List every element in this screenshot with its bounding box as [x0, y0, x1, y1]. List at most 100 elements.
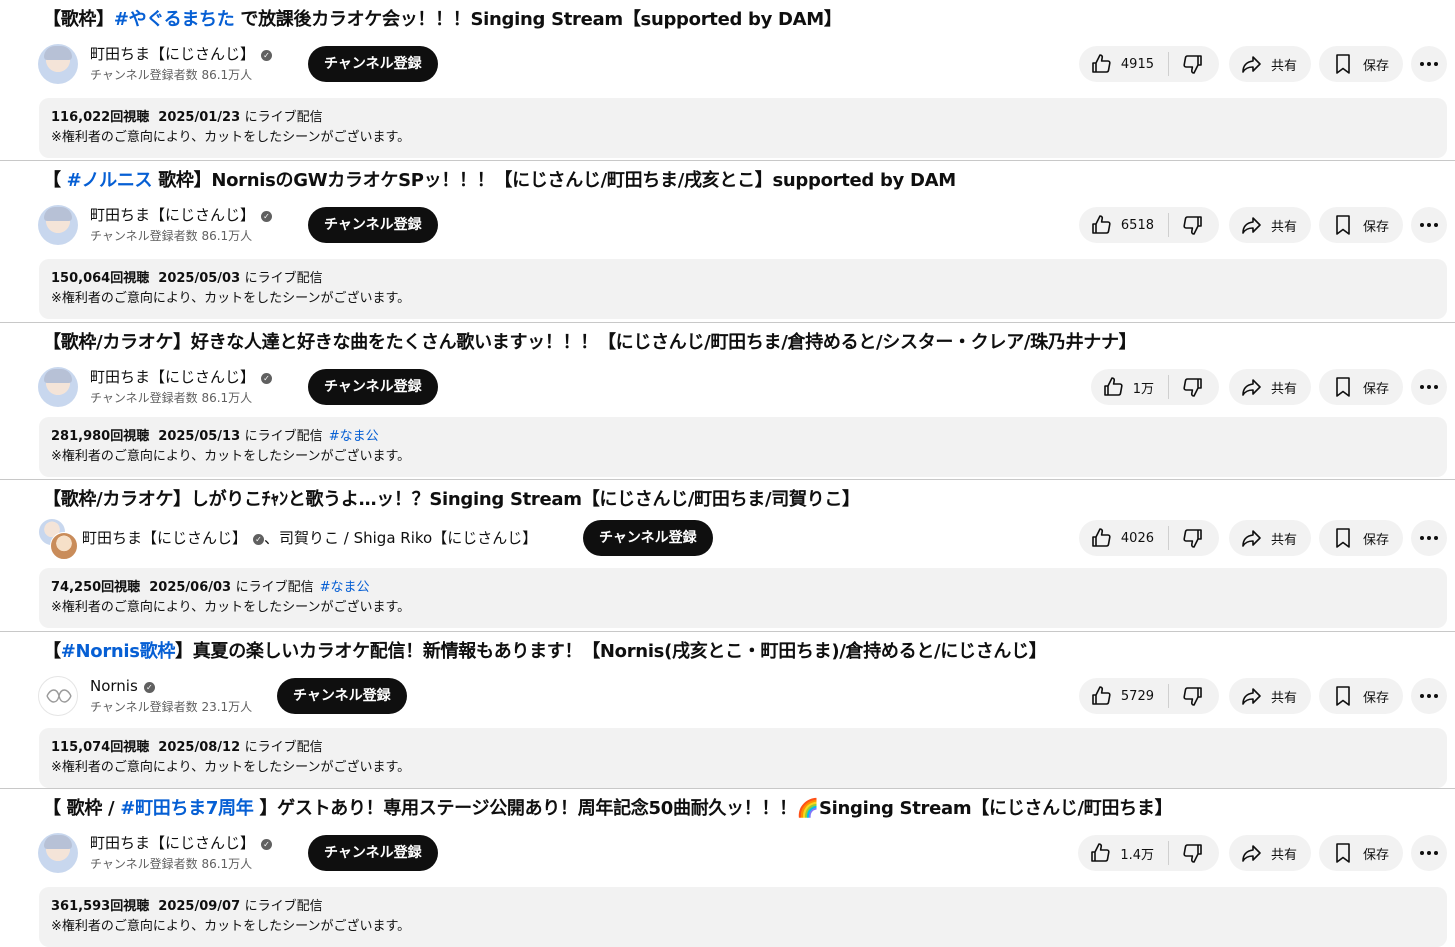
bookmark-icon	[1336, 843, 1350, 863]
description-box[interactable]: 74,250回視聴 2025/06/03 にライブ配信 #なま公 ※権利者のご意向…	[39, 568, 1447, 628]
title-hashtag-link[interactable]: #町田ちま7周年	[120, 798, 254, 819]
share-button[interactable]: 共有	[1228, 520, 1311, 556]
channel-avatar[interactable]	[38, 205, 78, 245]
verified-check-icon: ✓	[261, 50, 273, 61]
description-box[interactable]: 116,022回視聴 2025/01/23 にライブ配信 ※権利者のご意向により…	[39, 98, 1447, 158]
owner-row: 町田ちま【にじさんじ】 ✓ チャンネル登録者数 86.1万人 チャンネル登録 65…	[38, 205, 1447, 245]
collab-avatars[interactable]	[38, 518, 78, 560]
channel-avatar[interactable]	[38, 676, 78, 716]
video-title: 【 歌枠 / #町田ちま7周年 】ゲストあり！専用ステージ公開あり！周年記念50…	[43, 798, 1173, 819]
view-count: 361,593回視聴	[51, 899, 150, 914]
more-actions-button[interactable]	[1411, 369, 1447, 405]
channel-avatar[interactable]	[38, 367, 78, 407]
channel-name[interactable]: Nornis ✓	[90, 676, 155, 696]
share-button[interactable]: 共有	[1228, 207, 1311, 243]
subscriber-count: チャンネル登録者数 23.1万人	[90, 700, 253, 714]
dislike-button[interactable]	[1169, 835, 1219, 871]
dislike-button[interactable]	[1169, 678, 1219, 714]
description-note: ※権利者のご意向により、カットをしたシーンがございます。	[51, 130, 411, 145]
subscribe-button[interactable]: チャンネル登録	[308, 207, 438, 243]
share-label: 共有	[1270, 381, 1297, 397]
subscribe-button[interactable]: チャンネル登録	[583, 520, 713, 556]
verified-check-icon: ✓	[261, 211, 273, 222]
video-meta: 361,593回視聴 2025/09/07 にライブ配信	[51, 897, 1435, 917]
video-block: 【歌枠/カラオケ】好きな人達と好きな曲をたくさん歌いますッ！！！【にじさんじ/町…	[0, 323, 1455, 480]
video-block: 【 #ノルニス 歌枠】NornisのGWカラオケSPッ！！！【にじさんじ/町田ち…	[0, 161, 1455, 323]
dislike-button[interactable]	[1169, 369, 1219, 405]
channel-avatar	[50, 532, 78, 560]
verified-check-icon: ✓	[253, 534, 265, 545]
more-actions-button[interactable]	[1411, 207, 1447, 243]
subscribe-button[interactable]: チャンネル登録	[308, 369, 438, 405]
verified-check-icon: ✓	[261, 839, 273, 850]
dislike-button[interactable]	[1169, 46, 1219, 82]
publish-date: 2025/05/03	[158, 271, 241, 286]
channel-name[interactable]: 町田ちま【にじさんじ】 ✓	[90, 205, 273, 225]
channel-avatar[interactable]	[38, 833, 78, 873]
save-button[interactable]: 保存	[1318, 520, 1403, 556]
share-button[interactable]: 共有	[1228, 46, 1311, 82]
description-hashtag-link[interactable]: #なま公	[320, 580, 370, 595]
view-count: 115,074回視聴	[51, 740, 150, 755]
description-box[interactable]: 281,980回視聴 2025/05/13 にライブ配信 #なま公 ※権利者のご意…	[39, 417, 1447, 477]
collab-channel-names[interactable]: 町田ちま【にじさんじ】 ✓ 、司賀りこ / Shiga Riko【にじさんじ】	[82, 528, 537, 548]
title-hashtag-link[interactable]: #やぐるまちた	[114, 9, 235, 30]
like-button[interactable]: 4026	[1079, 520, 1168, 556]
subscriber-count: チャンネル登録者数 86.1万人	[90, 68, 253, 82]
save-button[interactable]: 保存	[1318, 369, 1403, 405]
like-dislike-pill: 1万	[1090, 369, 1219, 405]
publish-date: 2025/01/23	[158, 110, 241, 125]
title-hashtag-link[interactable]: #ノルニス	[61, 170, 153, 191]
video-title: 【#Nornis歌枠】真夏の楽しいカラオケ配信！新情報もあります！【Nornis…	[43, 641, 1047, 662]
share-button[interactable]: 共有	[1228, 369, 1311, 405]
save-button[interactable]: 保存	[1318, 207, 1403, 243]
like-button[interactable]: 5729	[1079, 678, 1168, 714]
subscribe-button[interactable]: チャンネル登録	[277, 678, 407, 714]
video-block: 【歌枠/カラオケ】しがりこﾁｬﾝと歌うよ…ッ！？Singing Stream【に…	[0, 480, 1455, 632]
subscribe-button[interactable]: チャンネル登録	[308, 46, 438, 82]
dislike-button[interactable]	[1169, 520, 1219, 556]
like-button[interactable]: 1.4万	[1078, 835, 1168, 871]
description-box[interactable]: 115,074回視聴 2025/08/12 にライブ配信 ※権利者のご意向により…	[39, 728, 1447, 788]
share-arrow-icon	[1242, 845, 1261, 862]
like-dislike-pill: 5729	[1078, 678, 1219, 714]
save-label: 保存	[1362, 58, 1389, 74]
channel-name[interactable]: 町田ちま【にじさんじ】 ✓	[90, 833, 273, 853]
more-actions-button[interactable]	[1411, 678, 1447, 714]
dislike-button[interactable]	[1169, 207, 1219, 243]
more-actions-button[interactable]	[1411, 835, 1447, 871]
description-note: ※権利者のご意向により、カットをしたシーンがございます。	[51, 449, 411, 464]
more-actions-button[interactable]	[1411, 520, 1447, 556]
subscriber-count: チャンネル登録者数 86.1万人	[90, 857, 253, 871]
share-label: 共有	[1270, 690, 1297, 706]
description-box[interactable]: 361,593回視聴 2025/09/07 にライブ配信 ※権利者のご意向により…	[39, 887, 1447, 947]
more-horizontal-icon	[1420, 385, 1438, 389]
save-button[interactable]: 保存	[1318, 835, 1403, 871]
publish-date: 2025/08/12	[158, 740, 241, 755]
like-button[interactable]: 6518	[1079, 207, 1168, 243]
video-block: 【#Nornis歌枠】真夏の楽しいカラオケ配信！新情報もあります！【Nornis…	[0, 632, 1455, 789]
title-hashtag-link[interactable]: #Nornis歌枠	[61, 641, 176, 662]
like-button[interactable]: 4915	[1079, 46, 1168, 82]
video-meta: 115,074回視聴 2025/08/12 にライブ配信	[51, 738, 1435, 758]
share-button[interactable]: 共有	[1228, 835, 1311, 871]
verified-check-icon: ✓	[261, 373, 273, 384]
channel-avatar[interactable]	[38, 44, 78, 84]
share-label: 共有	[1270, 532, 1297, 548]
like-count: 6518	[1120, 217, 1154, 233]
more-horizontal-icon	[1420, 223, 1438, 227]
like-button[interactable]: 1万	[1091, 369, 1168, 405]
video-meta: 74,250回視聴 2025/06/03 にライブ配信 #なま公	[51, 578, 1435, 598]
description-box[interactable]: 150,064回視聴 2025/05/03 にライブ配信 ※権利者のご意向により…	[39, 259, 1447, 319]
bookmark-icon	[1336, 528, 1350, 548]
save-button[interactable]: 保存	[1318, 678, 1403, 714]
channel-name[interactable]: 町田ちま【にじさんじ】 ✓	[90, 367, 273, 387]
bookmark-icon	[1336, 686, 1350, 706]
video-title: 【 #ノルニス 歌枠】NornisのGWカラオケSPッ！！！【にじさんじ/町田ち…	[43, 170, 956, 191]
share-button[interactable]: 共有	[1228, 678, 1311, 714]
more-actions-button[interactable]	[1411, 46, 1447, 82]
description-hashtag-link[interactable]: #なま公	[329, 429, 379, 444]
save-button[interactable]: 保存	[1318, 46, 1403, 82]
subscribe-button[interactable]: チャンネル登録	[308, 835, 438, 871]
channel-name[interactable]: 町田ちま【にじさんじ】 ✓	[90, 44, 273, 64]
